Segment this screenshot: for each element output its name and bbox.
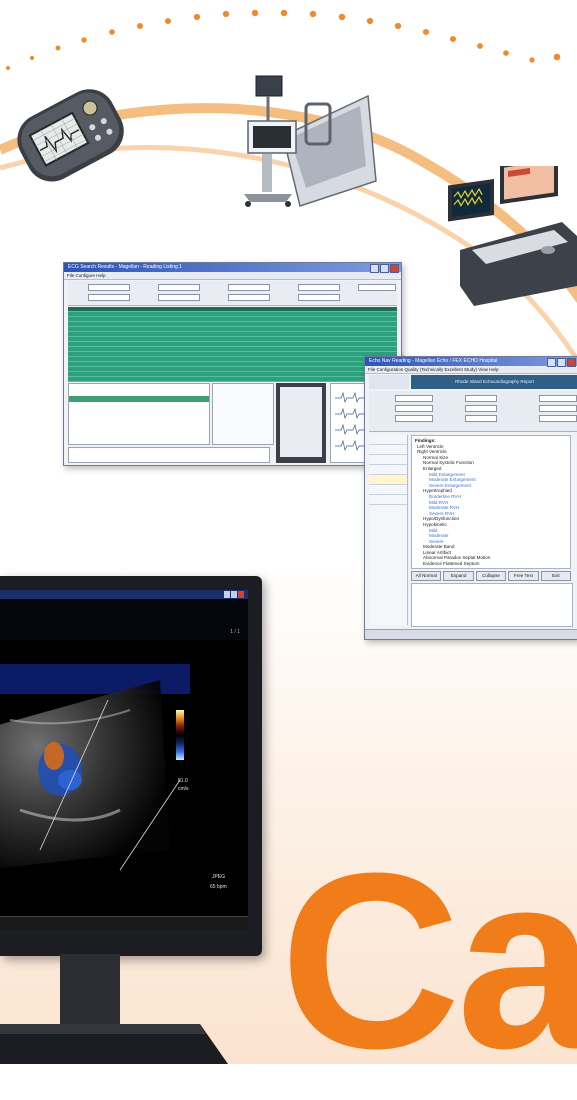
viewer-controls bbox=[224, 591, 244, 598]
filter-field[interactable] bbox=[158, 294, 200, 301]
minimize-icon[interactable] bbox=[370, 264, 379, 273]
close-icon[interactable] bbox=[567, 358, 576, 367]
window-menubar: File Configuration Quality (Technically … bbox=[365, 366, 577, 374]
selected-record[interactable] bbox=[69, 396, 209, 402]
echo-report-window: Echo Nav Reading - Magellan Echo / FEX E… bbox=[364, 356, 577, 640]
filter-field[interactable] bbox=[358, 284, 396, 291]
brand-wordmark: Ca bbox=[280, 821, 577, 1100]
tree-item[interactable]: Evidence Flattened Septum bbox=[415, 561, 567, 567]
info-field[interactable] bbox=[465, 395, 497, 402]
filter-field[interactable] bbox=[228, 284, 270, 291]
window-titlebar: ECG Search Results - Magellan - Reading … bbox=[64, 263, 401, 272]
color-scale-value: 81.0 bbox=[178, 778, 188, 784]
filter-field[interactable] bbox=[158, 284, 200, 291]
color-scale-unit: cm/s bbox=[178, 786, 189, 792]
close-icon[interactable] bbox=[238, 591, 244, 598]
filter-field[interactable] bbox=[298, 284, 340, 291]
info-field[interactable] bbox=[539, 395, 577, 402]
filter-field[interactable] bbox=[88, 294, 130, 301]
search-filter-panel bbox=[68, 281, 397, 306]
monitoring-workstation bbox=[448, 166, 577, 306]
heart-rate: 65 bpm bbox=[210, 884, 227, 890]
report-header: Rhode Island Echocardiography Report bbox=[411, 375, 577, 389]
filter-field[interactable] bbox=[298, 294, 340, 301]
minimize-icon[interactable] bbox=[224, 591, 230, 598]
report-toolbar: All Normal Expand Collapse Free Text Exi… bbox=[411, 571, 572, 581]
window-controls bbox=[370, 264, 399, 273]
close-icon[interactable] bbox=[390, 264, 399, 273]
comment-box[interactable] bbox=[68, 447, 270, 463]
info-field[interactable] bbox=[395, 405, 433, 412]
info-field[interactable] bbox=[465, 415, 497, 422]
free-text-button[interactable]: Free Text bbox=[508, 571, 539, 581]
info-field[interactable] bbox=[395, 395, 433, 402]
ultrasound-header: 1 / 1 bbox=[0, 590, 248, 640]
info-field[interactable] bbox=[539, 415, 577, 422]
record-detail-panel bbox=[68, 383, 210, 445]
findings-tree[interactable]: Findings: Left Ventricle Right Ventricle… bbox=[411, 435, 571, 569]
collapse-button[interactable]: Collapse bbox=[475, 571, 507, 581]
window-titlebar: Echo Nav Reading - Magellan Echo / FEX E… bbox=[365, 357, 577, 366]
format-label: JPEG bbox=[212, 874, 226, 880]
image-counter: 1 / 1 bbox=[230, 629, 240, 635]
window-menubar: File Configure Help bbox=[64, 272, 401, 280]
window-controls bbox=[547, 358, 576, 367]
report-text-area[interactable] bbox=[411, 583, 573, 627]
ecg-management-window: ECG Search Results - Magellan - Reading … bbox=[63, 262, 402, 466]
filter-field[interactable] bbox=[228, 294, 270, 301]
viewer-toolbar[interactable] bbox=[0, 916, 248, 930]
lcd-monitor: 1 / 1 81.0 cm/s JPEG 65 bpm bbox=[0, 576, 262, 956]
maximize-icon[interactable] bbox=[557, 358, 566, 367]
results-table[interactable] bbox=[68, 307, 397, 382]
stress-test-treadmill bbox=[244, 75, 377, 207]
expand-button[interactable]: Expand bbox=[443, 571, 474, 581]
echocardiogram-image bbox=[0, 680, 181, 871]
report-sections-nav bbox=[369, 435, 408, 625]
monitor-stand bbox=[0, 954, 228, 1064]
color-scale-bar bbox=[176, 710, 184, 760]
context-menu bbox=[276, 383, 326, 463]
site-logo bbox=[369, 375, 409, 389]
info-field[interactable] bbox=[395, 415, 433, 422]
filter-field[interactable] bbox=[88, 284, 130, 291]
handheld-ecg-recorder bbox=[17, 89, 124, 182]
maximize-icon[interactable] bbox=[380, 264, 389, 273]
exit-button[interactable]: Exit bbox=[540, 571, 572, 581]
ecg-thumbnail[interactable] bbox=[212, 383, 274, 445]
ultrasound-screen[interactable]: 1 / 1 81.0 cm/s JPEG 65 bpm bbox=[0, 590, 248, 930]
info-field[interactable] bbox=[465, 405, 497, 412]
minimize-icon[interactable] bbox=[547, 358, 556, 367]
viewer-titlebar bbox=[0, 590, 248, 599]
patient-info-panel bbox=[369, 391, 577, 432]
taskbar bbox=[365, 629, 577, 639]
info-field[interactable] bbox=[539, 405, 577, 412]
maximize-icon[interactable] bbox=[231, 591, 237, 598]
all-normal-button[interactable]: All Normal bbox=[411, 571, 442, 581]
